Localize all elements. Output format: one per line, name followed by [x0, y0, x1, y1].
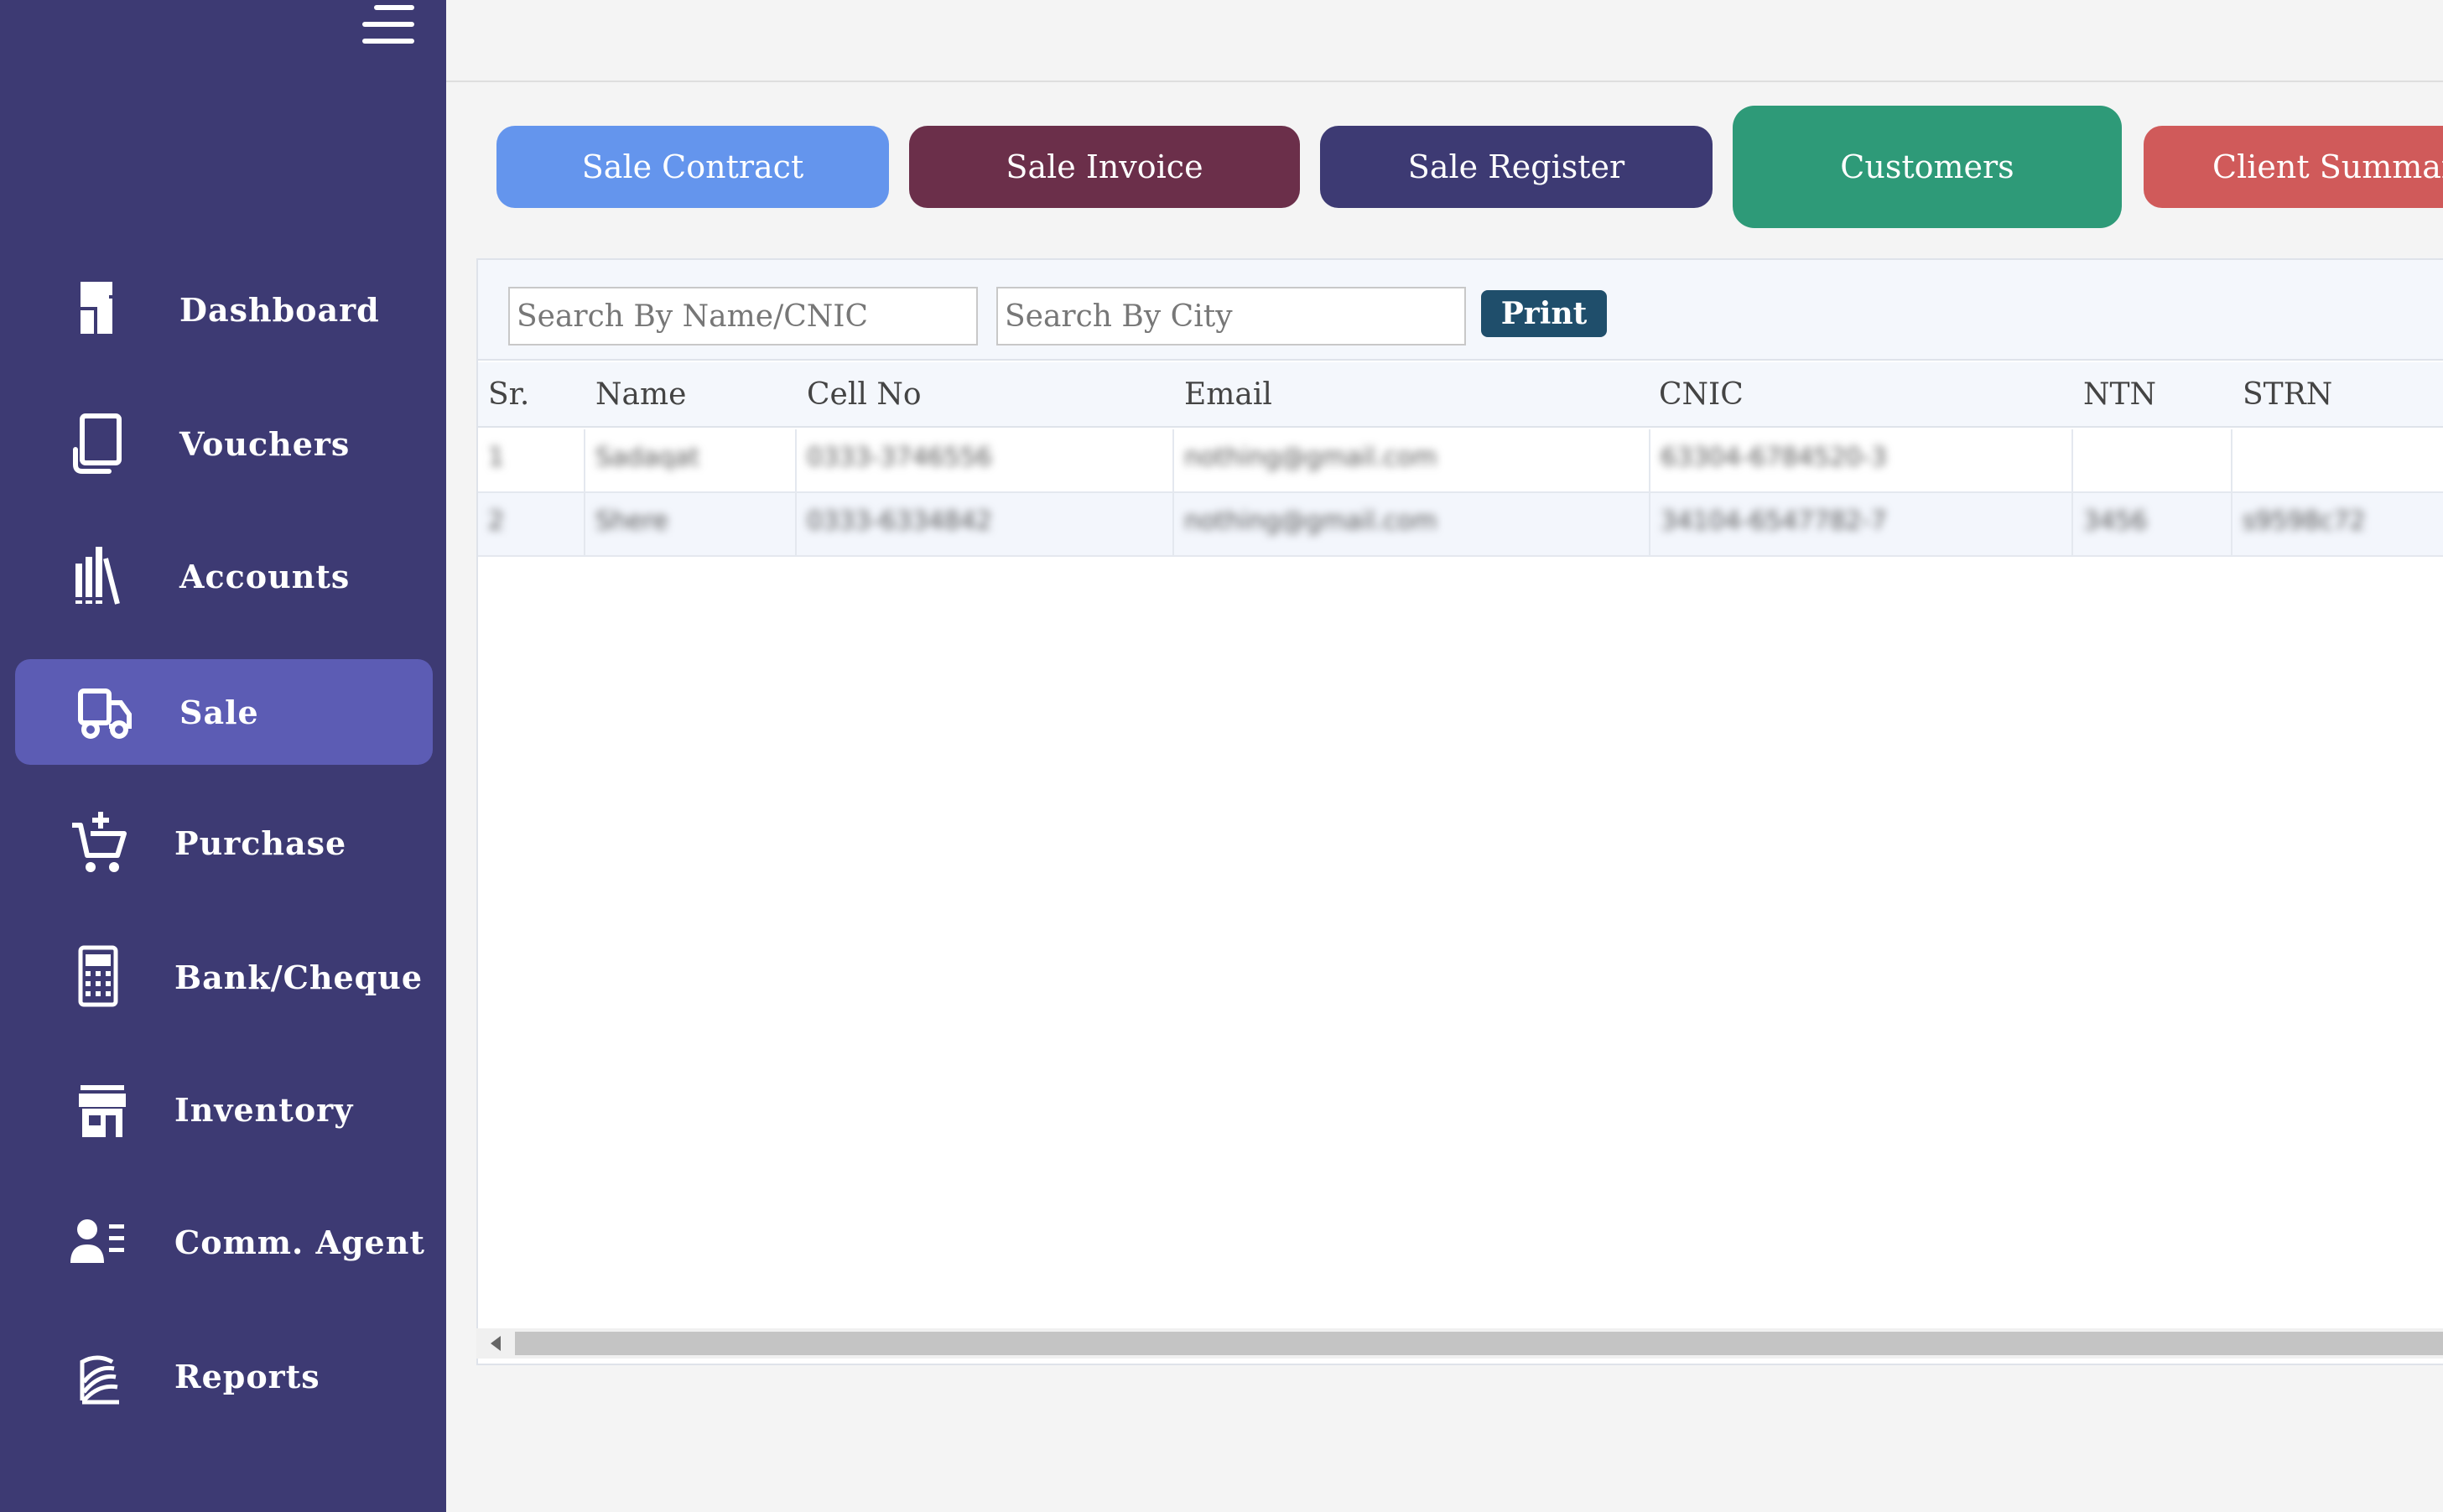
tab-sale-contract[interactable]: Sale Contract	[496, 126, 889, 208]
filter-bar: Print	[478, 260, 2443, 361]
column-header-ntn[interactable]: NTN	[2083, 362, 2156, 428]
dashboard-icon	[57, 275, 133, 344]
sidebar-item-comm-agent[interactable]: Comm. Agent	[15, 1189, 433, 1295]
table-cell: 34104-6547782-7	[1650, 493, 2073, 557]
sidebar-item-label: Sale	[179, 693, 259, 731]
sidebar-item-label: Purchase	[174, 824, 347, 862]
table-cell	[2232, 429, 2443, 493]
column-header-cnic[interactable]: CNIC	[1659, 362, 1744, 428]
table-cell: s9598c72	[2243, 507, 2366, 536]
table-cell: 0333-3746556	[797, 429, 1174, 493]
table-header: Sr. Name Cell No Email CNIC NTN STRN	[478, 362, 2443, 428]
column-header-name[interactable]: Name	[595, 362, 686, 428]
hamburger-menu-icon[interactable]	[362, 5, 414, 45]
column-header-email[interactable]: Email	[1184, 362, 1272, 428]
sidebar-item-label: Vouchers	[179, 424, 351, 463]
customers-panel: Print Sr. Name Cell No Email CNIC NTN ST…	[476, 258, 2443, 1365]
table-cell: 0333-6334842	[797, 493, 1174, 557]
sidebar-item-reports[interactable]: Reports	[15, 1323, 433, 1429]
print-button[interactable]: Print	[1481, 290, 1607, 337]
table-row[interactable]: 1 Sadaqat 0333-3746556 nothing@gmail.com…	[478, 429, 2443, 493]
table-cell: 63304-6784520-3	[1650, 429, 2073, 493]
top-bar	[446, 0, 2443, 82]
table-row[interactable]: 2 Shere 0333-6334842 nothing@gmail.com 3…	[478, 493, 2443, 557]
voucher-icon	[57, 409, 133, 478]
column-header-cell-no[interactable]: Cell No	[807, 362, 922, 428]
table-cell: Sadaqat	[585, 429, 797, 493]
table-cell: nothing@gmail.com	[1174, 493, 1650, 557]
table-cell: 2	[478, 493, 585, 557]
sidebar-item-label: Bank/Cheque	[174, 958, 423, 996]
sidebar-item-bank-cheque[interactable]: Bank/Cheque	[15, 924, 433, 1030]
scroll-left-icon[interactable]	[476, 1328, 515, 1359]
column-header-strn[interactable]: STRN	[2243, 362, 2332, 428]
sidebar-item-label: Accounts	[179, 557, 351, 595]
table-cell: Shere	[585, 493, 797, 557]
truck-icon	[57, 678, 133, 746]
tab-client-summary[interactable]: Client Summary	[2144, 126, 2443, 208]
search-name-cnic-input[interactable]	[508, 287, 978, 346]
tab-sale-invoice[interactable]: Sale Invoice	[909, 126, 1300, 208]
scrollbar-thumb[interactable]	[515, 1332, 2443, 1355]
sidebar-item-vouchers[interactable]: Vouchers	[15, 391, 433, 496]
sidebar: Dashboard Vouchers Accounts Sale Purchas…	[0, 0, 446, 1512]
sidebar-item-label: Comm. Agent	[174, 1223, 425, 1261]
calculator-icon	[57, 943, 133, 1011]
user-list-icon	[57, 1208, 133, 1276]
sidebar-item-inventory[interactable]: Inventory	[15, 1057, 433, 1162]
sidebar-item-sale[interactable]: Sale	[15, 659, 433, 765]
column-header-sr[interactable]: Sr.	[488, 362, 529, 428]
tab-customers[interactable]: Customers	[1733, 106, 2122, 228]
sidebar-item-purchase[interactable]: Purchase	[15, 790, 433, 896]
tab-sale-register[interactable]: Sale Register	[1320, 126, 1713, 208]
sidebar-item-accounts[interactable]: Accounts	[15, 523, 433, 629]
table-cell	[2073, 429, 2232, 493]
sidebar-item-label: Reports	[174, 1357, 320, 1395]
table-cell: nothing@gmail.com	[1174, 429, 1650, 493]
accounts-books-icon	[57, 542, 133, 611]
table-cell: 3456	[2073, 493, 2232, 557]
cart-plus-icon	[57, 808, 133, 877]
table-cell: 1	[478, 429, 585, 493]
search-city-input[interactable]	[996, 287, 1466, 346]
reports-icon	[57, 1342, 133, 1411]
sidebar-item-label: Inventory	[174, 1090, 354, 1129]
horizontal-scrollbar[interactable]	[476, 1328, 2443, 1359]
store-icon	[57, 1075, 133, 1144]
sidebar-item-label: Dashboard	[179, 290, 380, 329]
sidebar-item-dashboard[interactable]: Dashboard	[15, 257, 433, 362]
